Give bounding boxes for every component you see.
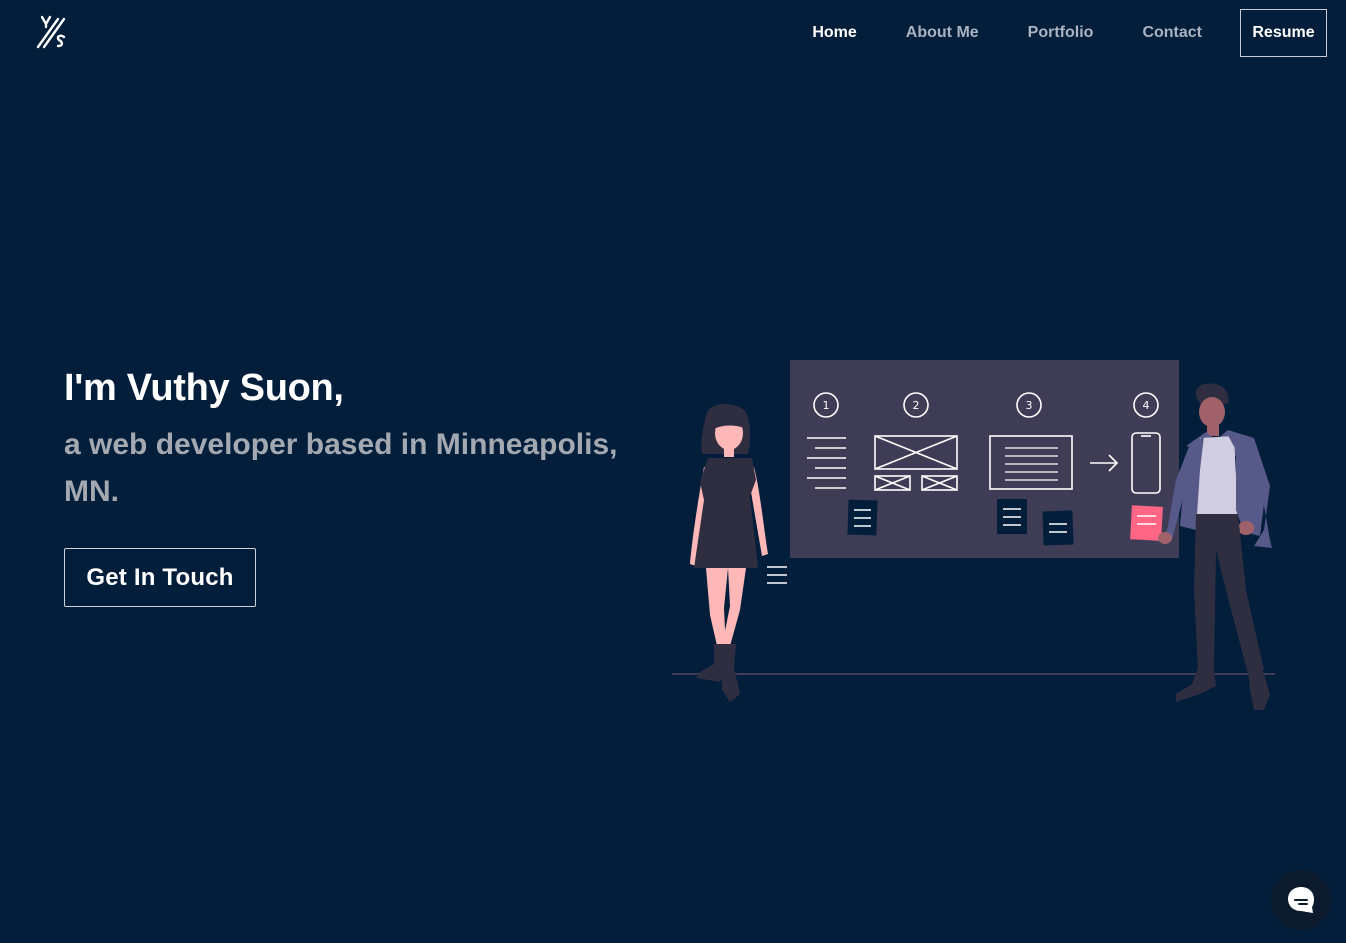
sticky-note-pink — [1130, 505, 1163, 541]
step-label-3: 3 — [1026, 399, 1033, 412]
sticky-note-3 — [1042, 510, 1074, 546]
get-in-touch-button[interactable]: Get In Touch — [64, 548, 256, 607]
sticky-note-held — [767, 566, 787, 584]
step-label-1: 1 — [823, 399, 830, 412]
resume-button[interactable]: Resume — [1240, 9, 1327, 57]
step-label-4: 4 — [1143, 399, 1150, 412]
woman-figure — [690, 404, 768, 702]
sticky-note-2 — [997, 499, 1027, 534]
nav-portfolio[interactable]: Portfolio — [1028, 9, 1094, 57]
nav-contact[interactable]: Contact — [1142, 9, 1202, 57]
nav-about-me[interactable]: About Me — [906, 9, 979, 57]
chat-bubble-icon — [1288, 887, 1314, 913]
hero-title: I'm Vuthy Suon, — [64, 367, 344, 409]
sticky-note-1 — [847, 499, 878, 536]
step-label-2: 2 — [913, 399, 920, 412]
vs-monogram-logo[interactable] — [36, 15, 68, 49]
main-nav: Home About Me Portfolio Contact Resume — [812, 9, 1327, 57]
page: Home About Me Portfolio Contact Resume I… — [0, 0, 1346, 943]
nav-home[interactable]: Home — [812, 9, 856, 57]
chat-button[interactable] — [1271, 870, 1331, 930]
hero-subtitle: a web developer based in Minneapolis, MN… — [64, 428, 618, 508]
hero-illustration: 1 2 3 4 — [672, 360, 1275, 710]
